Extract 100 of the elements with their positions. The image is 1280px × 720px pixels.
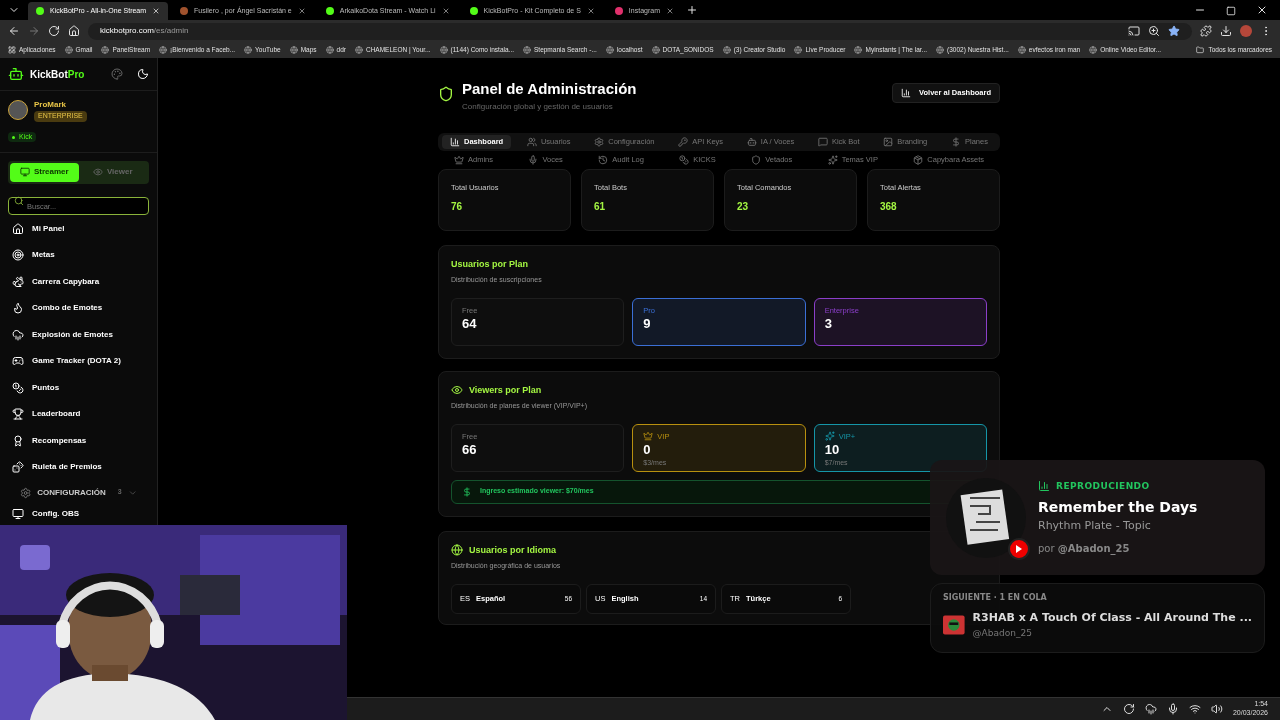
- stat-value: 368: [880, 199, 898, 214]
- tab-icon: [746, 136, 757, 147]
- globe-icon: [854, 46, 863, 54]
- globe-icon: [605, 46, 614, 54]
- mode-toggle[interactable]: Streamer: [10, 162, 79, 182]
- menu-item-icon: [12, 275, 24, 288]
- album-art-icon: [946, 477, 1026, 558]
- tab-icon: [526, 136, 537, 147]
- reload-icon[interactable]: [48, 25, 60, 37]
- eye-icon: [92, 167, 103, 177]
- stat-value: 23: [737, 199, 750, 214]
- menu-item-icon: [12, 328, 24, 341]
- download-icon[interactable]: [1220, 25, 1232, 37]
- plan-count: 66: [462, 441, 478, 458]
- sparkles-icon: [824, 431, 835, 442]
- page-subtitle: Configuración global y gestión de usuarios: [462, 100, 614, 113]
- menu-item-icon: [12, 355, 24, 368]
- song-artist: Rhythm Plate - Topic: [1038, 518, 1152, 534]
- tab-icon: [950, 136, 961, 147]
- volume-icon[interactable]: [1210, 703, 1223, 715]
- queue-heading: SIGUIENTE · 1 EN COLA: [943, 592, 1048, 604]
- zoom-icon[interactable]: [1148, 25, 1160, 37]
- url-text: kickbotpro.com/es/admin: [100, 25, 189, 37]
- address-bar[interactable]: kickbotpro.com/es/admin: [88, 22, 1192, 40]
- tab-icon: [594, 136, 605, 147]
- shield-icon: [438, 86, 454, 102]
- sidebar-item[interactable]: Leaderboard: [4, 401, 153, 428]
- user-avatar: [8, 100, 28, 121]
- cast-icon[interactable]: [1128, 25, 1140, 37]
- tab-icon: [598, 154, 609, 165]
- globe-icon: [289, 46, 298, 54]
- section-title: Usuarios por Plan: [451, 257, 530, 271]
- plan-count: 9: [643, 315, 652, 332]
- sidebar-item[interactable]: Explosión de Emotes: [4, 321, 153, 348]
- moon-icon[interactable]: [137, 68, 149, 80]
- youtube-badge-icon: [1008, 537, 1030, 560]
- settings-icon: [20, 486, 32, 499]
- sidebar-item[interactable]: Recompensas: [4, 427, 153, 454]
- globe-icon: [651, 46, 660, 54]
- new-tab-icon[interactable]: [686, 4, 698, 16]
- globe-icon: [451, 544, 463, 557]
- globe-icon: [523, 46, 531, 54]
- song-title: Remember the Days: [1038, 498, 1198, 517]
- extensions-icon[interactable]: [1200, 25, 1212, 37]
- equalizer-icon: [1038, 480, 1050, 493]
- globe-icon: [64, 46, 73, 54]
- microphone-icon[interactable]: [1166, 703, 1179, 715]
- crown-icon: [643, 431, 654, 442]
- tab-icon: [751, 154, 762, 165]
- sidebar-item[interactable]: Carrera Capybara: [4, 268, 153, 295]
- globe-icon: [794, 46, 803, 54]
- folder-icon: [1196, 46, 1205, 54]
- favicon-icon: [469, 7, 478, 15]
- favicon-icon: [325, 7, 334, 15]
- tab-icon: [678, 136, 689, 147]
- queue-song-title: R3HAB x A Touch Of Class - All Around The ...: [972, 610, 1252, 626]
- sync-icon[interactable]: [1122, 703, 1135, 715]
- profile-avatar[interactable]: [1240, 25, 1252, 37]
- menu-item-icon: [12, 461, 24, 474]
- tab-icon: [450, 136, 460, 147]
- close-icon[interactable]: [152, 7, 161, 15]
- brand-name: KickBotPro: [30, 67, 85, 82]
- stat-value: 76: [451, 199, 464, 214]
- sidebar-item[interactable]: Combo de Emotes: [4, 295, 153, 322]
- network-icon[interactable]: [1188, 703, 1201, 715]
- requested-by: por @Abadon_25: [1038, 541, 1131, 556]
- cloud-icon[interactable]: [1144, 703, 1157, 715]
- tab-icon: [883, 136, 894, 147]
- dollar-icon: [462, 486, 472, 497]
- sidebar-item[interactable]: Metas: [4, 242, 153, 269]
- back-icon[interactable]: [8, 25, 20, 37]
- bookmark-star-icon[interactable]: [1168, 25, 1180, 37]
- palette-icon[interactable]: [111, 68, 123, 80]
- grid-icon: [8, 46, 16, 54]
- queue-user: @Abadon_25: [972, 626, 1033, 640]
- globe-icon: [244, 46, 253, 54]
- close-icon[interactable]: [1256, 4, 1268, 16]
- tab-icon: [454, 154, 464, 165]
- menu-item-icon: [12, 507, 24, 520]
- tab-icon: [528, 154, 539, 165]
- sidebar-item[interactable]: Mi Panel: [4, 215, 153, 242]
- home-icon[interactable]: [68, 25, 80, 37]
- tab-icon: [817, 136, 828, 147]
- maximize-icon[interactable]: [1226, 6, 1236, 16]
- tab-icon: [827, 154, 838, 165]
- sidebar-item[interactable]: Config. OBS: [4, 504, 153, 523]
- menu-item-icon: [12, 381, 24, 394]
- menu-item-icon: [12, 222, 24, 235]
- favicon-icon: [614, 7, 623, 15]
- sidebar-item[interactable]: Ruleta de Premios: [4, 454, 153, 481]
- favicon-icon: [36, 7, 44, 15]
- monitor-icon: [19, 167, 30, 177]
- globe-icon: [354, 46, 363, 54]
- sidebar-item[interactable]: Puntos: [4, 374, 153, 401]
- chart-icon: [901, 88, 912, 98]
- sidebar-item[interactable]: Game Tracker (DOTA 2): [4, 348, 153, 375]
- plan-count: 64: [462, 315, 478, 332]
- menu-item-icon: [12, 249, 24, 262]
- globe-icon: [159, 46, 168, 54]
- globe-icon: [936, 46, 945, 54]
